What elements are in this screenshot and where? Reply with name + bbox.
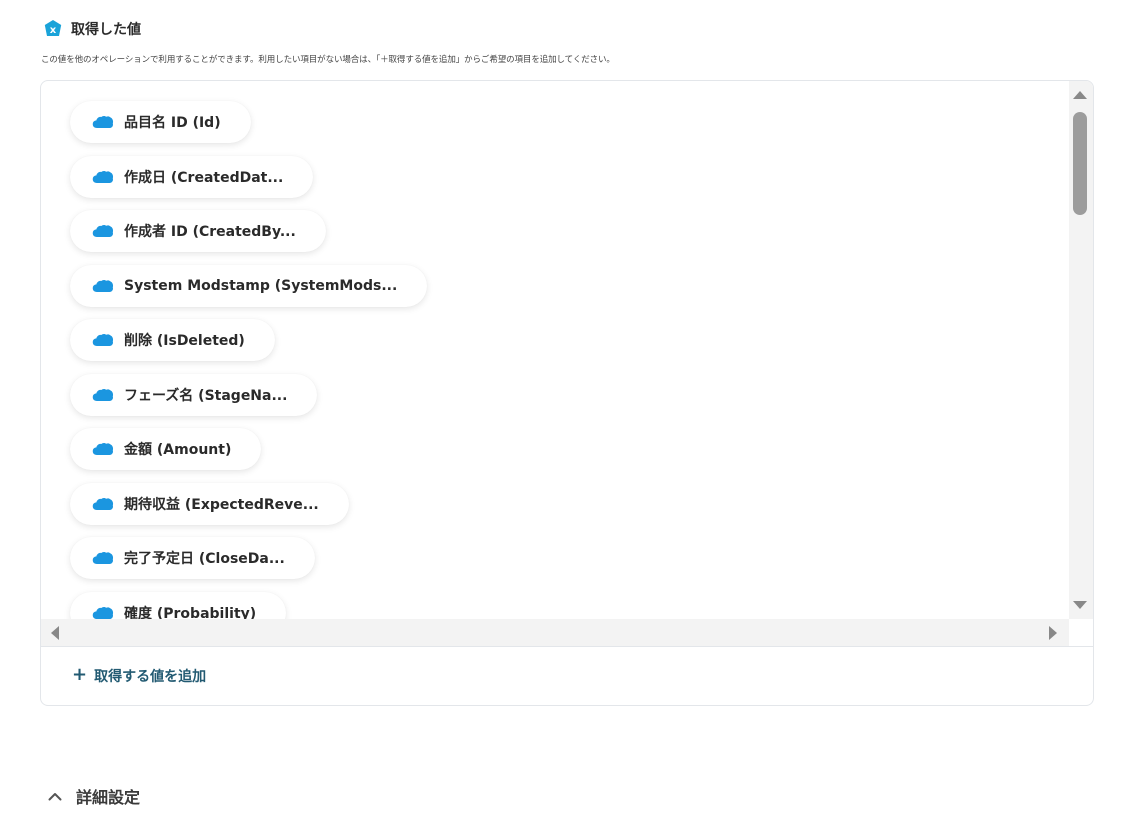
scroll-down-arrow-icon[interactable] <box>1073 601 1087 609</box>
scroll-up-arrow-icon[interactable] <box>1073 91 1087 99</box>
section-title: 取得した値 <box>71 22 141 38</box>
field-pill[interactable]: 期待収益 (ExpectedReve... <box>70 482 349 525</box>
field-pill[interactable]: フェーズ名 (StageNa... <box>70 373 318 416</box>
field-label: フェーズ名 (StageNa... <box>124 387 288 404</box>
salesforce-cloud-icon <box>92 224 114 238</box>
section-header: x 取得した値 <box>43 18 141 40</box>
field-label: 作成者 ID (CreatedBy... <box>124 224 296 240</box>
field-pill[interactable]: 金額 (Amount) <box>70 428 262 470</box>
field-label: 期待収益 (ExpectedReve... <box>124 496 319 513</box>
divider <box>41 646 1093 647</box>
salesforce-cloud-icon <box>92 442 114 456</box>
variable-icon: x <box>44 20 62 36</box>
plus-icon: + <box>72 664 88 685</box>
add-value-label: 取得する値を追加 <box>94 669 207 685</box>
salesforce-cloud-icon <box>92 115 114 129</box>
advanced-settings-toggle[interactable]: 詳細設定 <box>48 784 140 808</box>
salesforce-cloud-icon <box>92 606 114 619</box>
field-pill[interactable]: 確度 (Probability) <box>70 591 287 620</box>
field-label: 金額 (Amount) <box>124 442 232 458</box>
advanced-settings-label: 詳細設定 <box>76 788 141 807</box>
scroll-right-arrow-icon[interactable] <box>1049 626 1057 640</box>
field-label: 品目名 ID (Id) <box>124 115 221 131</box>
field-pill[interactable]: 削除 (IsDeleted) <box>70 319 275 361</box>
chevron-up-icon <box>48 792 62 800</box>
field-label: 削除 (IsDeleted) <box>124 333 245 349</box>
section-description: この値を他のオペレーションで利用することができます。利用したい項目がない場合は、… <box>41 55 615 65</box>
salesforce-cloud-icon <box>92 388 114 401</box>
scroll-left-arrow-icon[interactable] <box>51 626 59 640</box>
fields-panel: 品目名 ID (Id) 作成日 (CreatedDat... 作成者 ID (Cre… <box>40 80 1094 706</box>
horizontal-scrollbar[interactable] <box>41 619 1069 646</box>
salesforce-cloud-icon <box>92 551 114 565</box>
field-pill[interactable]: System Modstamp (SystemMods... <box>70 264 428 307</box>
vertical-scrollbar-thumb[interactable] <box>1073 112 1087 215</box>
field-label: System Modstamp (SystemMods... <box>124 277 398 294</box>
field-pill[interactable]: 品目名 ID (Id) <box>70 101 251 143</box>
fields-list: 品目名 ID (Id) 作成日 (CreatedDat... 作成者 ID (Cre… <box>41 81 1069 619</box>
salesforce-cloud-icon <box>92 497 114 510</box>
field-pill[interactable]: 作成者 ID (CreatedBy... <box>70 210 326 252</box>
svg-text:x: x <box>50 25 57 36</box>
add-value-button[interactable]: + 取得する値を追加 <box>72 664 206 688</box>
field-label: 確度 (Probability) <box>124 605 257 620</box>
salesforce-cloud-icon <box>92 333 114 347</box>
field-label: 完了予定日 (CloseDa... <box>124 551 285 567</box>
field-pill[interactable]: 作成日 (CreatedDat... <box>70 155 314 198</box>
field-label: 作成日 (CreatedDat... <box>124 169 284 186</box>
field-pill[interactable]: 完了予定日 (CloseDa... <box>70 537 315 579</box>
salesforce-cloud-icon <box>92 170 114 183</box>
salesforce-cloud-icon <box>92 279 114 292</box>
